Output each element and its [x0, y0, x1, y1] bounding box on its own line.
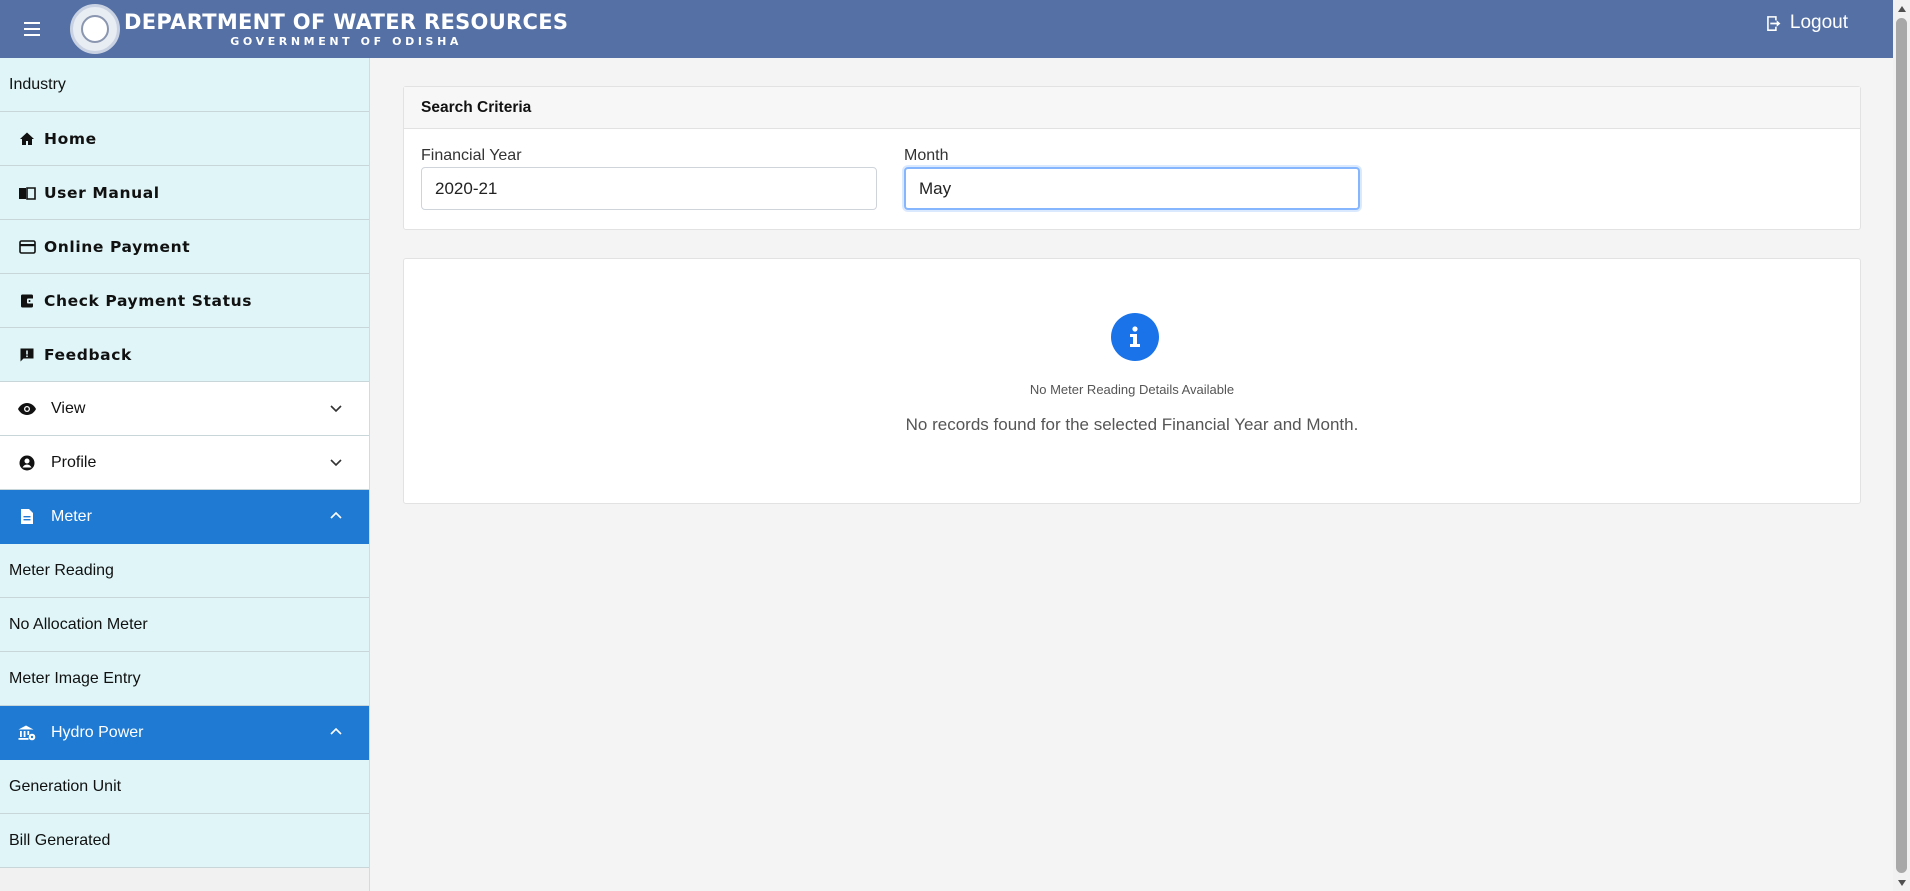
empty-state-card: No Meter Reading Details Available No re… — [403, 258, 1861, 504]
chevron-down-icon — [330, 459, 342, 467]
sidebar-item-label: Generation Unit — [9, 777, 122, 795]
sidebar-group-label: Hydro Power — [51, 723, 144, 741]
empty-state-description: No records found for the selected Financ… — [905, 415, 1359, 434]
odisha-emblem-logo — [70, 4, 120, 54]
sidebar-item-label: User Manual — [44, 183, 160, 202]
sidebar-item-bill-generated[interactable]: Bill Generated — [0, 814, 369, 868]
financial-year-field: Financial Year 2020-21 — [421, 147, 877, 210]
sidebar-item-label: Meter Reading — [9, 561, 114, 579]
chevron-up-icon — [330, 727, 342, 735]
search-criteria-card: Search Criteria Financial Year 2020-21 M… — [403, 86, 1861, 230]
document-icon — [18, 508, 36, 526]
feedback-icon — [18, 346, 36, 364]
brand-subtitle: GOVERNMENT OF ODISHA — [230, 34, 462, 48]
sidebar-item-label: Home — [44, 129, 97, 148]
sidebar-item-industry[interactable]: Industry — [0, 58, 369, 112]
sidebar-item-online-payment[interactable]: Online Payment — [0, 220, 369, 274]
credit-card-icon — [18, 238, 36, 256]
sidebar-item-check-payment-status[interactable]: Check Payment Status — [0, 274, 369, 328]
eye-icon — [18, 400, 36, 418]
sidebar-item-label: Feedback — [44, 345, 132, 364]
chevron-down-icon — [330, 405, 342, 413]
bank-icon — [18, 724, 36, 742]
book-icon — [18, 184, 36, 202]
sidebar: Industry Home User Manual Online Payment… — [0, 58, 370, 891]
financial-year-value: 2020-21 — [435, 178, 498, 198]
scroll-down-arrow-icon[interactable] — [1893, 874, 1910, 891]
financial-year-select[interactable]: 2020-21 — [421, 167, 877, 210]
brand: DEPARTMENT OF WATER RESOURCES GOVERNMENT… — [124, 9, 569, 48]
sidebar-item-meter-image-entry[interactable]: Meter Image Entry — [0, 652, 369, 706]
sidebar-group-meter[interactable]: Meter — [0, 490, 369, 544]
wallet-icon — [18, 292, 36, 310]
sidebar-item-user-manual[interactable]: User Manual — [0, 166, 369, 220]
scroll-up-arrow-icon[interactable] — [1893, 0, 1910, 17]
month-label: Month — [904, 147, 949, 164]
sidebar-item-label: Industry — [9, 75, 66, 93]
info-icon — [1111, 313, 1159, 361]
sidebar-item-label: Meter Image Entry — [9, 669, 141, 687]
sidebar-item-no-allocation-meter[interactable]: No Allocation Meter — [0, 598, 369, 652]
empty-state-title: No Meter Reading Details Available — [1029, 382, 1235, 397]
main-content: Search Criteria Financial Year 2020-21 M… — [371, 58, 1893, 891]
logout-button[interactable]: Logout — [1765, 12, 1848, 34]
sidebar-item-generation-unit[interactable]: Generation Unit — [0, 760, 369, 814]
sidebar-item-label: Check Payment Status — [44, 291, 253, 310]
sidebar-item-label: Online Payment — [44, 237, 191, 256]
sidebar-group-view[interactable]: View — [0, 382, 369, 436]
sidebar-item-feedback[interactable]: Feedback — [0, 328, 369, 382]
page-scrollbar[interactable] — [1893, 0, 1910, 891]
chevron-up-icon — [330, 511, 342, 519]
sidebar-group-hydro-power[interactable]: Hydro Power — [0, 706, 369, 760]
user-circle-icon — [18, 454, 36, 472]
scroll-thumb[interactable] — [1896, 18, 1907, 873]
sidebar-group-label: View — [51, 399, 86, 417]
month-field: Month May — [904, 147, 1360, 210]
sidebar-group-label: Meter — [51, 507, 92, 525]
sidebar-item-home[interactable]: Home — [0, 112, 369, 166]
month-value: May — [919, 178, 952, 198]
sidebar-group-label: Profile — [51, 453, 97, 471]
sidebar-group-profile[interactable]: Profile — [0, 436, 369, 490]
financial-year-label: Financial Year — [421, 147, 522, 164]
logout-label: Logout — [1789, 12, 1848, 33]
month-select[interactable]: May — [904, 167, 1360, 210]
brand-title: DEPARTMENT OF WATER RESOURCES — [124, 9, 569, 34]
home-icon — [18, 130, 36, 148]
top-header: DEPARTMENT OF WATER RESOURCES GOVERNMENT… — [0, 0, 1893, 58]
sidebar-item-label: Bill Generated — [9, 831, 111, 849]
card-title: Search Criteria — [404, 87, 1860, 129]
sidebar-item-meter-reading[interactable]: Meter Reading — [0, 544, 369, 598]
sidebar-item-label: No Allocation Meter — [9, 615, 148, 633]
hamburger-menu-icon[interactable] — [24, 15, 52, 43]
logout-icon — [1767, 15, 1781, 31]
